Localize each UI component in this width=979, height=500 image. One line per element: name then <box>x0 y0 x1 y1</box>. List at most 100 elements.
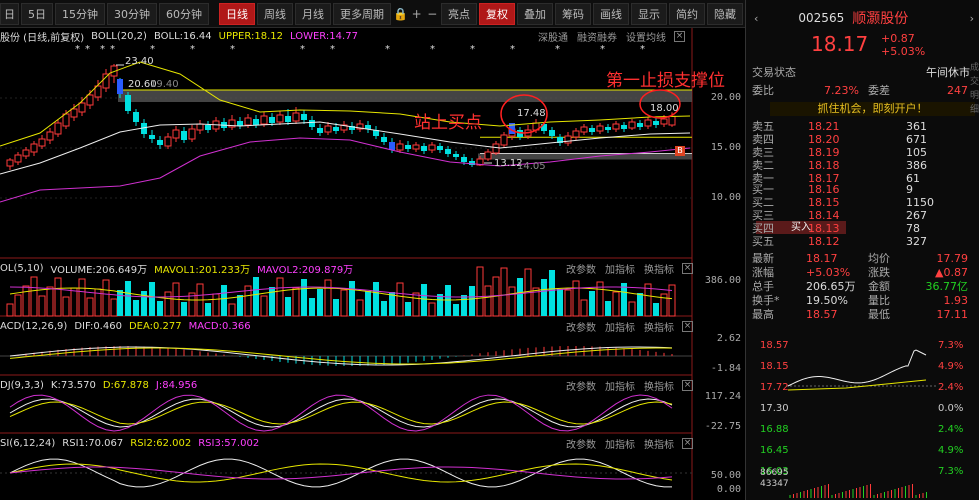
stat-value: 1.93 <box>943 293 969 307</box>
period-daily[interactable]: 日线 <box>219 2 255 25</box>
candle-body <box>580 126 588 133</box>
minus-icon[interactable]: − <box>425 3 439 25</box>
period-30min[interactable]: 30分钟 <box>107 2 157 25</box>
limit-up-star: * <box>385 44 390 55</box>
macd-dif: DIF:0.460 <box>74 320 122 332</box>
tool-hide[interactable]: 隐藏 <box>706 2 743 25</box>
btn-add-indicator[interactable]: 加指标 <box>605 378 635 393</box>
kdj-title: DJ(9,3,3) <box>0 379 44 391</box>
sell-row[interactable]: 卖四 18.20 671 <box>746 132 979 147</box>
mini-price-label: 17.30 <box>760 403 789 414</box>
trade-detail-sidebar[interactable]: 成交明细 <box>970 60 979 116</box>
stat-row: 最新 18.17 均价 17.79 <box>746 251 979 266</box>
candle-body <box>181 131 187 140</box>
limit-up-star: * <box>100 44 105 55</box>
close-icon[interactable]: × <box>682 437 693 449</box>
tool-adjust[interactable]: 复权 <box>478 2 515 25</box>
btn-switch-indicator[interactable]: 换指标 <box>644 436 674 451</box>
volume-bar <box>86 297 94 317</box>
sell-row[interactable]: 卖三 18.19 105 <box>746 145 979 160</box>
plus-icon[interactable]: + <box>410 3 424 25</box>
period-monthly[interactable]: 月线 <box>295 2 331 25</box>
candle-body <box>605 127 611 130</box>
limit-up-star: * <box>330 44 335 55</box>
kdj-j-line <box>9 394 673 432</box>
close-icon[interactable]: × <box>674 30 685 42</box>
close-icon[interactable]: × <box>682 320 693 332</box>
tool-display[interactable]: 显示 <box>630 2 667 25</box>
candle-body <box>333 127 339 131</box>
buy-row[interactable]: 买五 18.12 327 <box>746 235 979 249</box>
rsi-1: RSI1:70.067 <box>62 437 124 449</box>
order-price: 18.20 <box>808 132 840 146</box>
prev-stock-icon[interactable]: ‹ <box>754 12 758 25</box>
btn-switch-indicator[interactable]: 换指标 <box>644 261 674 276</box>
stat-value: 206.65万 <box>806 280 856 293</box>
tool-draw[interactable]: 画线 <box>592 2 629 25</box>
sell-row[interactable]: 卖二 18.18 386 <box>746 159 979 173</box>
btn-edit-params[interactable]: 改参数 <box>566 319 596 334</box>
high-label: 23.40 <box>125 56 154 67</box>
volume-bar <box>253 277 259 316</box>
sell-row[interactable]: 卖五 18.21 361 <box>746 120 979 134</box>
candle-body <box>324 125 332 133</box>
close-icon[interactable]: × <box>682 262 693 274</box>
tool-highlight[interactable]: 亮点 <box>440 2 477 25</box>
tool-simple[interactable]: 简约 <box>668 2 705 25</box>
chart-area[interactable]: * * * * * * * * * * * * * * * * 股份 (日线,前复权) BOLL(20,2) … <box>0 28 745 500</box>
mini-vol-label: 43347 <box>760 479 789 489</box>
btn-margin[interactable]: 融资融券 <box>577 29 617 44</box>
btn-add-indicator[interactable]: 加指标 <box>605 319 635 334</box>
period-15min[interactable]: 15分钟 <box>55 2 105 25</box>
next-stock-icon[interactable]: › <box>970 12 974 25</box>
order-volume: 105 <box>906 145 927 159</box>
limit-up-star: * <box>110 44 115 55</box>
btn-switch-indicator[interactable]: 换指标 <box>644 378 674 393</box>
vol-value: VOLUME:206.649万 <box>50 264 148 276</box>
volume-bar <box>22 285 30 317</box>
lock-icon[interactable]: 🔒 <box>393 3 408 25</box>
stat-value: 19.50% <box>806 293 848 307</box>
buy-row[interactable]: 买二 18.15 1150 <box>746 196 979 210</box>
period-weekly[interactable]: 周线 <box>257 2 293 25</box>
order-label: 买五 <box>752 235 774 248</box>
status-row: 交易状态 午间休市 <box>746 66 979 79</box>
period-5day[interactable]: 5日 <box>21 2 53 25</box>
btn-set-ma[interactable]: 设置均线 <box>626 29 666 44</box>
close-icon[interactable]: × <box>682 379 693 391</box>
tool-chips[interactable]: 筹码 <box>554 2 591 25</box>
volume-bar <box>381 301 387 316</box>
volume-bar <box>6 303 14 317</box>
open-account-banner[interactable]: 抓住机会，即刻开户！ <box>770 102 975 116</box>
btn-add-indicator[interactable]: 加指标 <box>605 436 635 451</box>
btn-edit-params[interactable]: 改参数 <box>566 436 596 451</box>
buy-row[interactable]: 买三 18.14 267 <box>746 209 979 223</box>
period-60min[interactable]: 60分钟 <box>159 2 209 25</box>
macd-dea: DEA:0.277 <box>128 320 182 332</box>
candle-body <box>461 157 467 162</box>
stat-value: 18.17 <box>806 251 838 265</box>
volume-bar <box>164 291 172 317</box>
tool-overlay[interactable]: 叠加 <box>516 2 553 25</box>
period-more[interactable]: 更多周期 <box>333 2 391 25</box>
volume-bar <box>205 303 211 316</box>
btn-edit-params[interactable]: 改参数 <box>566 378 596 393</box>
btn-switch-indicator[interactable]: 换指标 <box>644 319 674 334</box>
candle-body <box>253 119 259 125</box>
period-prefix[interactable]: 日 <box>0 2 19 25</box>
mini-price-label: 16.88 <box>760 424 789 435</box>
volume-bar <box>421 284 427 316</box>
weibi-row: 委比 7.23% 委差 247 <box>746 83 979 98</box>
price-change: +0.87 <box>881 32 915 45</box>
tag-1800: 18.00 <box>650 103 679 114</box>
btn-hk-connect[interactable]: 深股通 <box>538 29 568 44</box>
buy-row[interactable]: 买一 18.16 9 <box>746 183 979 197</box>
kdj-pane-buttons: 改参数 加指标 换指标 × <box>557 377 693 393</box>
kdj-pane-header: DJ(9,3,3) K:73.570 D:67.878 J:84.956 <box>0 377 204 393</box>
btn-edit-params[interactable]: 改参数 <box>566 261 596 276</box>
buy-row[interactable]: 买四 18.13 78 <box>746 222 979 236</box>
btn-add-indicator[interactable]: 加指标 <box>605 261 635 276</box>
volume-bar <box>340 289 348 317</box>
weicha-value: 247 <box>947 83 968 97</box>
candle-body <box>428 144 436 151</box>
